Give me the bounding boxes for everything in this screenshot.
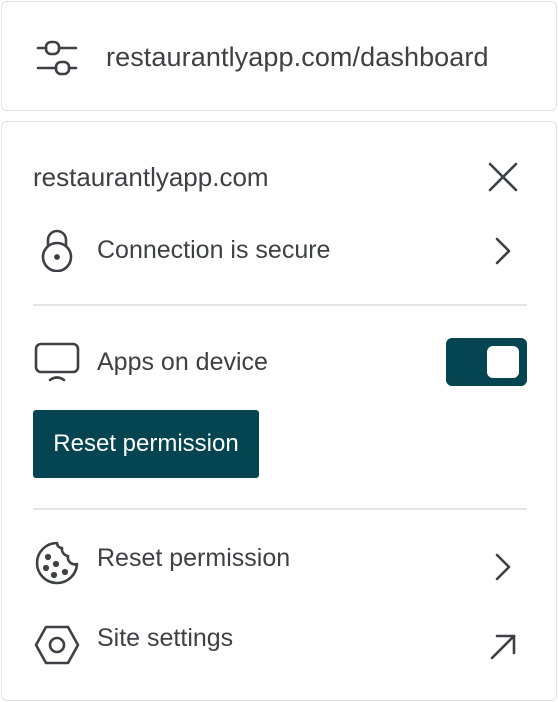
hexagon-settings-icon: [34, 624, 80, 666]
divider: [33, 508, 527, 510]
tune-icon[interactable]: [36, 38, 80, 78]
connection-security-row[interactable]: Connection is secure: [2, 220, 558, 282]
close-icon[interactable]: [486, 160, 520, 194]
divider: [33, 304, 527, 306]
site-name: restaurantlyapp.com: [33, 162, 269, 192]
site-info-panel: restaurantlyapp.com Connection is secure: [1, 121, 557, 701]
monitor-icon: [34, 342, 80, 384]
cookie-icon: [34, 540, 80, 586]
connection-label: Connection is secure: [97, 236, 331, 264]
site-settings-row[interactable]: Site settings: [2, 610, 558, 672]
toggle-knob: [487, 346, 519, 378]
url-text[interactable]: restaurantlyapp.com/dashboard: [106, 40, 489, 74]
cookies-reset-row[interactable]: Reset permission: [2, 528, 558, 594]
external-arrow-icon: [488, 632, 518, 662]
lock-icon: [40, 228, 74, 272]
cookies-label: Reset permission: [97, 544, 291, 572]
chevron-right-icon: [493, 552, 513, 582]
apps-on-device-toggle[interactable]: [446, 338, 527, 386]
chevron-right-icon: [493, 236, 513, 266]
address-bar[interactable]: restaurantlyapp.com/dashboard: [1, 1, 557, 111]
site-settings-label: Site settings: [97, 624, 234, 652]
apps-on-device-label: Apps on device: [97, 348, 268, 376]
reset-permission-button[interactable]: Reset permission: [33, 410, 259, 478]
